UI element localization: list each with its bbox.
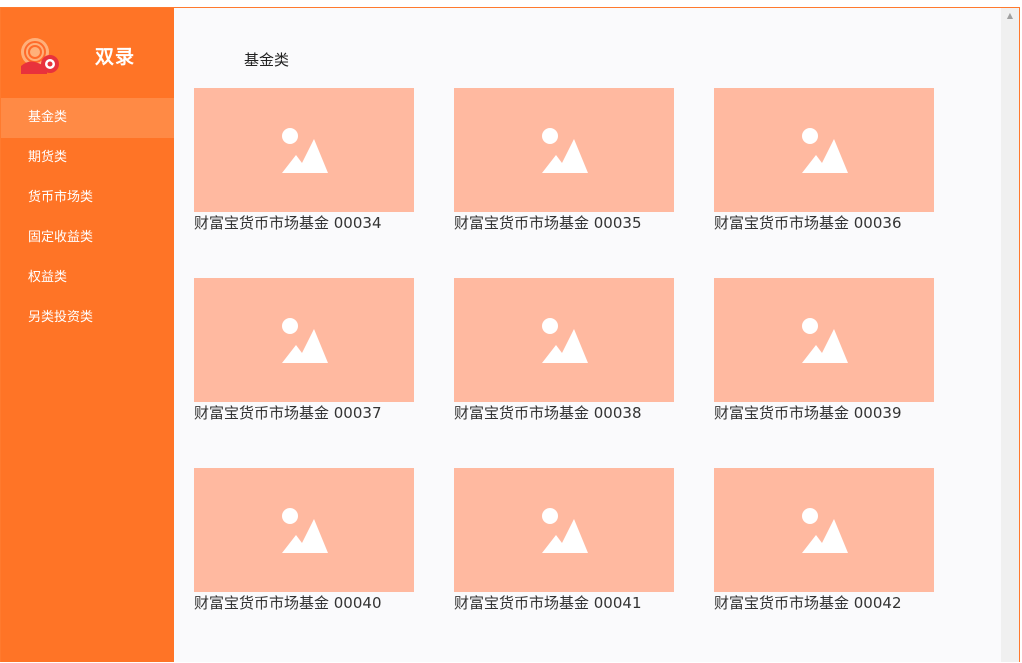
- card-label: 财富宝货币市场基金 00042: [714, 594, 902, 612]
- sidebar-item-equity[interactable]: 权益类: [1, 258, 174, 298]
- card-label: 财富宝货币市场基金 00039: [714, 404, 902, 422]
- image-placeholder-icon: [802, 318, 848, 363]
- card-thumbnail: [194, 278, 414, 402]
- card-label: 财富宝货币市场基金 00041: [454, 594, 642, 612]
- brand: 双录: [1, 8, 174, 98]
- card-label: 财富宝货币市场基金 00040: [194, 594, 382, 612]
- brand-logo-icon: [21, 38, 59, 74]
- card-thumbnail: [714, 278, 934, 402]
- product-card[interactable]: 财富宝货币市场基金 00036: [714, 88, 934, 233]
- image-placeholder-icon: [282, 508, 328, 553]
- product-card[interactable]: 财富宝货币市场基金 00037: [194, 278, 414, 423]
- app-window: 双录 基金类 期货类 货币市场类 固定收益类 权益类 另类投资类 基金类 财富宝…: [0, 0, 1022, 663]
- product-card[interactable]: 财富宝货币市场基金 00042: [714, 468, 934, 613]
- app-title: 双录: [95, 46, 136, 68]
- product-card[interactable]: 财富宝货币市场基金 00040: [194, 468, 414, 613]
- card-label: 财富宝货币市场基金 00037: [194, 404, 382, 422]
- image-placeholder-icon: [542, 508, 588, 553]
- card-label: 财富宝货币市场基金 00036: [714, 214, 902, 232]
- sidebar-item-money-market[interactable]: 货币市场类: [1, 178, 174, 218]
- scroll-up-arrow-icon[interactable]: ▲: [1001, 8, 1019, 24]
- sidebar: 双录 基金类 期货类 货币市场类 固定收益类 权益类 另类投资类: [1, 8, 174, 662]
- card-thumbnail: [454, 468, 674, 592]
- card-label: 财富宝货币市场基金 00034: [194, 214, 382, 232]
- product-card[interactable]: 财富宝货币市场基金 00041: [454, 468, 674, 613]
- sidebar-item-fund[interactable]: 基金类: [1, 98, 174, 138]
- card-thumbnail: [714, 468, 934, 592]
- sidebar-item-futures[interactable]: 期货类: [1, 138, 174, 178]
- sidebar-nav: 基金类 期货类 货币市场类 固定收益类 权益类 另类投资类: [1, 98, 174, 338]
- main-content: 基金类 财富宝货币市场基金 00034 财富宝货币市场基金 00035 财富宝货…: [174, 8, 1001, 662]
- image-placeholder-icon: [542, 318, 588, 363]
- image-placeholder-icon: [282, 128, 328, 173]
- image-placeholder-icon: [802, 508, 848, 553]
- sidebar-item-fixed-income[interactable]: 固定收益类: [1, 218, 174, 258]
- card-thumbnail: [714, 88, 934, 212]
- product-card[interactable]: 财富宝货币市场基金 00038: [454, 278, 674, 423]
- section-title: 基金类: [244, 51, 290, 69]
- card-thumbnail: [454, 278, 674, 402]
- vertical-scrollbar[interactable]: ▲: [1001, 8, 1019, 662]
- product-card[interactable]: 财富宝货币市场基金 00035: [454, 88, 674, 233]
- card-thumbnail: [194, 88, 414, 212]
- card-label: 财富宝货币市场基金 00038: [454, 404, 642, 422]
- image-placeholder-icon: [802, 128, 848, 173]
- sidebar-item-alternative[interactable]: 另类投资类: [1, 298, 174, 338]
- product-card[interactable]: 财富宝货币市场基金 00034: [194, 88, 414, 233]
- card-thumbnail: [194, 468, 414, 592]
- image-placeholder-icon: [282, 318, 328, 363]
- image-placeholder-icon: [542, 128, 588, 173]
- card-label: 财富宝货币市场基金 00035: [454, 214, 642, 232]
- product-card[interactable]: 财富宝货币市场基金 00039: [714, 278, 934, 423]
- card-thumbnail: [454, 88, 674, 212]
